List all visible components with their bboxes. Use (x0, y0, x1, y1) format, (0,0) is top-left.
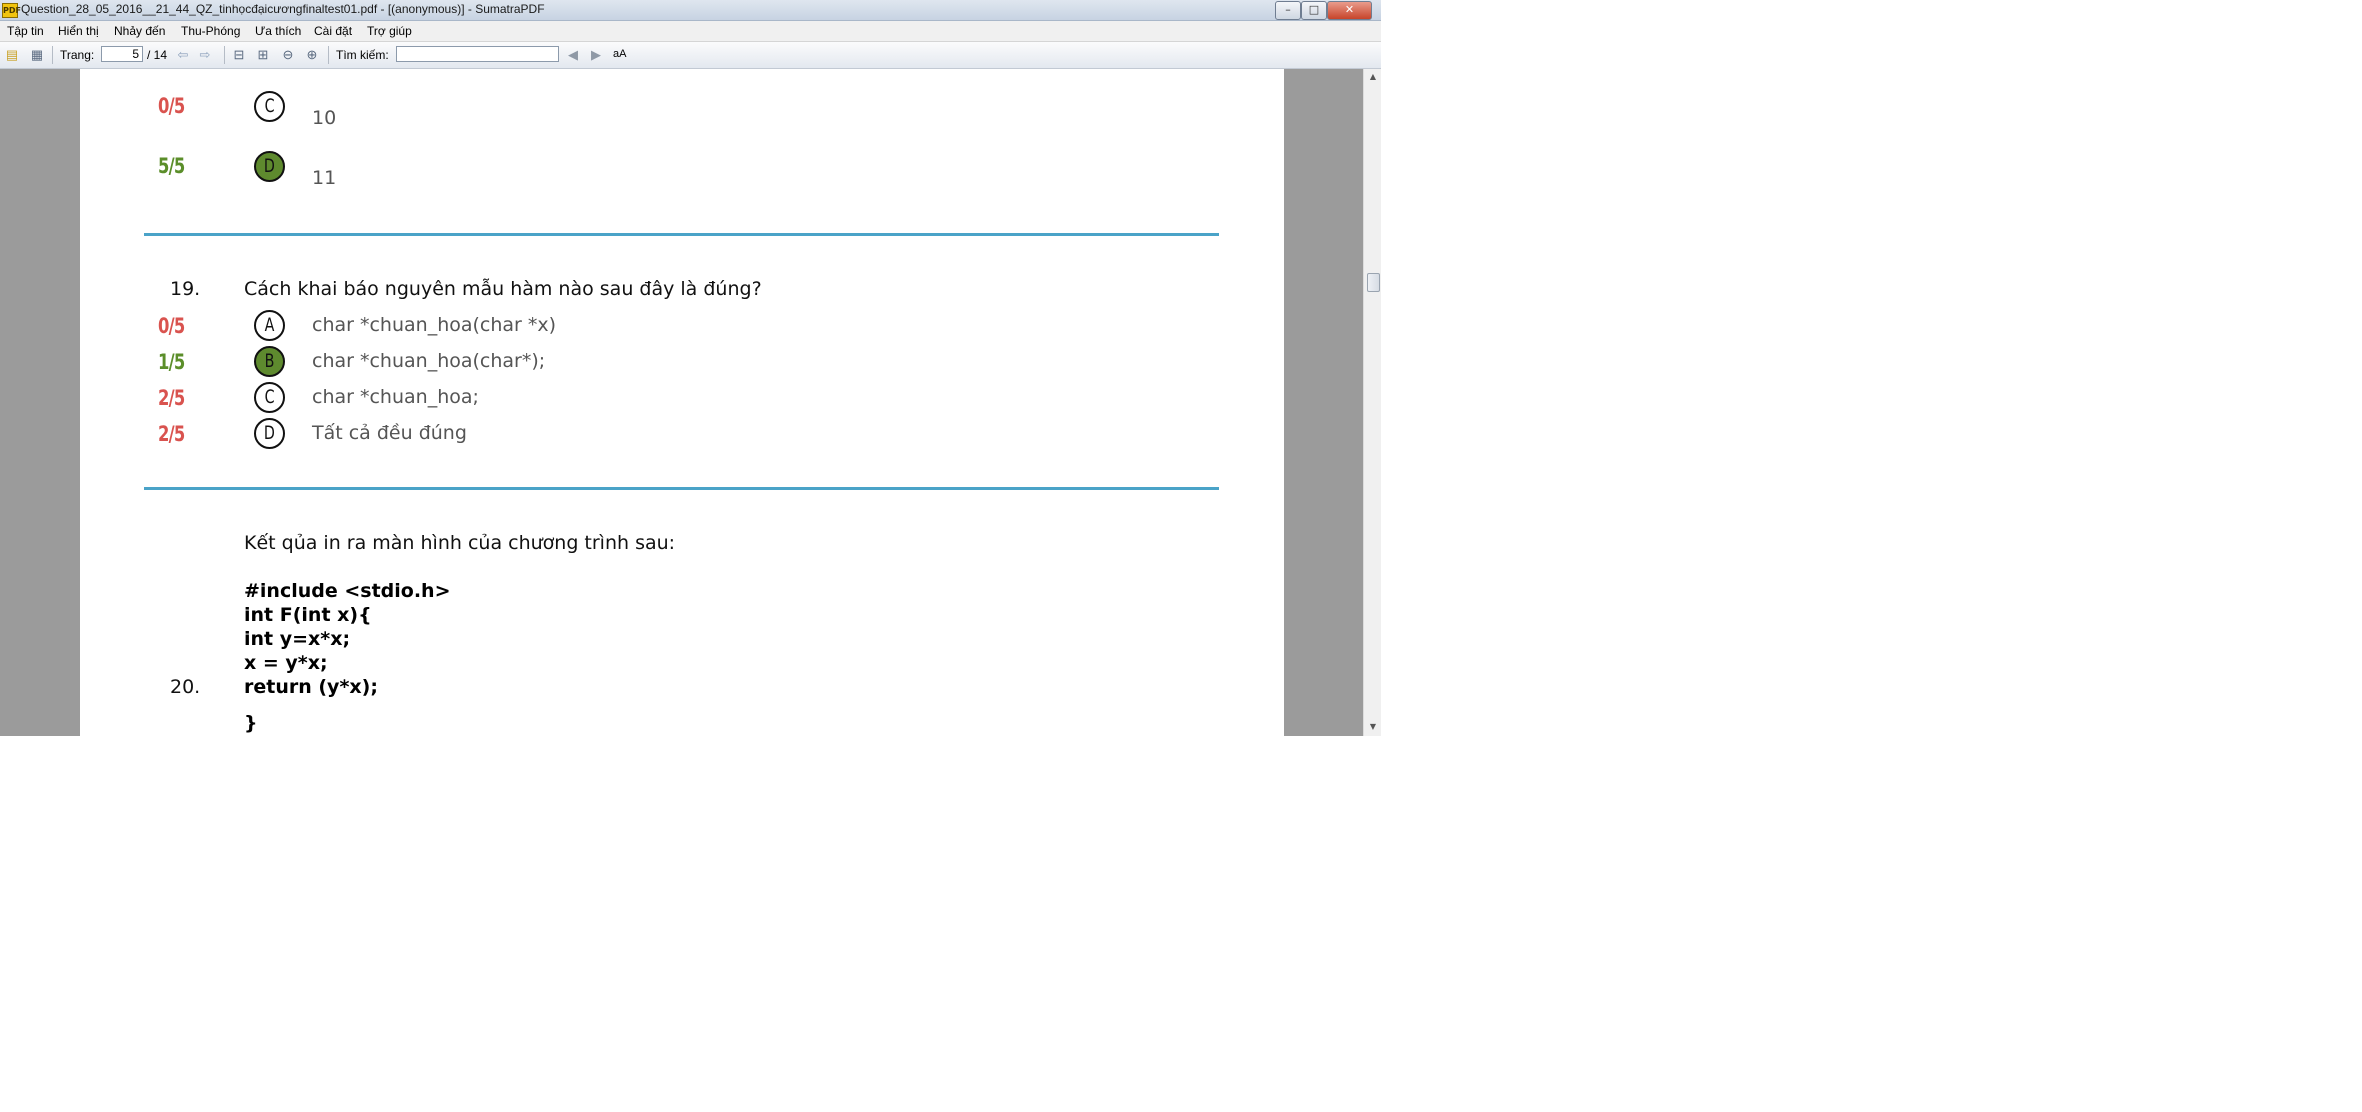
answer-text: Tất cả đều đúng (312, 422, 467, 444)
question-divider (144, 487, 1219, 490)
title-bar[interactable]: PDF Question_28_05_2016__21_44_QZ_tinhọc… (0, 0, 1381, 21)
answer-score: 0/5 (158, 94, 185, 118)
maximize-button[interactable]: □ (1301, 1, 1327, 20)
code-line: return (y*x); (244, 676, 378, 698)
folder-open-icon[interactable]: ▤ (5, 48, 19, 62)
page-number-input[interactable] (101, 46, 143, 62)
answer-score: 5/5 (158, 154, 185, 178)
toolbar-separator (224, 46, 225, 64)
scroll-thumb[interactable] (1367, 273, 1380, 292)
code-line: int y=x*x; (244, 628, 351, 650)
answer-score: 2/5 (158, 386, 185, 410)
code-line: } (244, 712, 258, 734)
scroll-down-icon[interactable]: ▼ (1368, 722, 1378, 732)
answer-bubble: D (254, 418, 285, 449)
menu-view[interactable]: Hiển thị (58, 24, 99, 38)
page-label: Trang: (60, 48, 95, 62)
document-viewer[interactable]: 0/5 C 10 5/5 D 11 19. Cách khai báo nguy… (0, 69, 1363, 736)
zoom-in-icon[interactable]: ⊕ (305, 48, 319, 62)
printer-icon[interactable]: ▦ (30, 48, 44, 62)
question-text: Kết qủa in ra màn hình của chương trình … (244, 532, 676, 554)
question-text: Cách khai báo nguyên mẫu hàm nào sau đây… (244, 278, 762, 300)
question-number: 19. (170, 278, 201, 300)
question-number: 20. (170, 676, 201, 698)
window-title: Question_28_05_2016__21_44_QZ_tinhọcđạic… (21, 2, 545, 16)
menu-bar: Tập tin Hiển thị Nhảy đến Thu-Phóng Ưa t… (0, 21, 1381, 42)
app-logo-icon: PDF (2, 3, 21, 18)
arrow-right-icon[interactable]: ⇨ (198, 48, 212, 62)
find-previous-icon[interactable]: ◀ (566, 48, 580, 62)
fit-page-icon[interactable]: ⊟ (232, 48, 246, 62)
search-input[interactable] (396, 46, 559, 62)
answer-score: 2/5 (158, 422, 185, 446)
close-button[interactable]: ✕ (1327, 1, 1372, 20)
zoom-out-icon[interactable]: ⊖ (281, 48, 295, 62)
arrow-left-icon[interactable]: ⇦ (176, 48, 190, 62)
find-next-icon[interactable]: ▶ (589, 48, 603, 62)
answer-bubble: C (254, 91, 285, 122)
answer-text: char *chuan_hoa(char*); (312, 350, 546, 372)
answer-text: char *chuan_hoa; (312, 386, 479, 408)
scroll-up-icon[interactable]: ▲ (1368, 72, 1378, 82)
vertical-scrollbar[interactable]: ▲ ▼ (1363, 69, 1381, 736)
menu-settings[interactable]: Cài đặt (314, 24, 352, 38)
search-label: Tìm kiếm: (336, 48, 389, 62)
question-divider (144, 233, 1219, 236)
answer-text: 10 (312, 107, 337, 129)
answer-text: 11 (312, 167, 337, 189)
answer-text: char *chuan_hoa(char *x) (312, 314, 557, 336)
pdf-page: 0/5 C 10 5/5 D 11 19. Cách khai báo nguy… (80, 69, 1284, 736)
code-line: int F(int x){ (244, 604, 372, 626)
fit-width-icon[interactable]: ⊞ (256, 48, 270, 62)
answer-bubble-selected: D (254, 151, 285, 182)
menu-file[interactable]: Tập tin (7, 24, 44, 38)
menu-favorites[interactable]: Ưa thích (255, 24, 301, 38)
code-line: #include <stdio.h> (244, 580, 451, 602)
sumatra-window: PDF Question_28_05_2016__21_44_QZ_tinhọc… (0, 0, 1381, 736)
answer-bubble: A (254, 310, 285, 341)
toolbar: ▤ ▦ Trang: / 14 ⇦ ⇨ ⊟ ⊞ ⊖ ⊕ Tìm kiếm: ◀ … (0, 42, 1381, 69)
code-line: x = y*x; (244, 652, 328, 674)
answer-score: 1/5 (158, 350, 185, 374)
menu-help[interactable]: Trợ giúp (367, 24, 412, 38)
answer-bubble: C (254, 382, 285, 413)
menu-zoom[interactable]: Thu-Phóng (181, 24, 240, 38)
match-case-button[interactable]: aA (613, 48, 626, 60)
answer-bubble-selected: B (254, 346, 285, 377)
menu-goto[interactable]: Nhảy đến (114, 24, 165, 38)
minimize-button[interactable]: – (1275, 1, 1301, 20)
page-total: / 14 (147, 48, 168, 62)
toolbar-separator (52, 46, 53, 64)
toolbar-separator (328, 46, 329, 64)
answer-score: 0/5 (158, 314, 185, 338)
